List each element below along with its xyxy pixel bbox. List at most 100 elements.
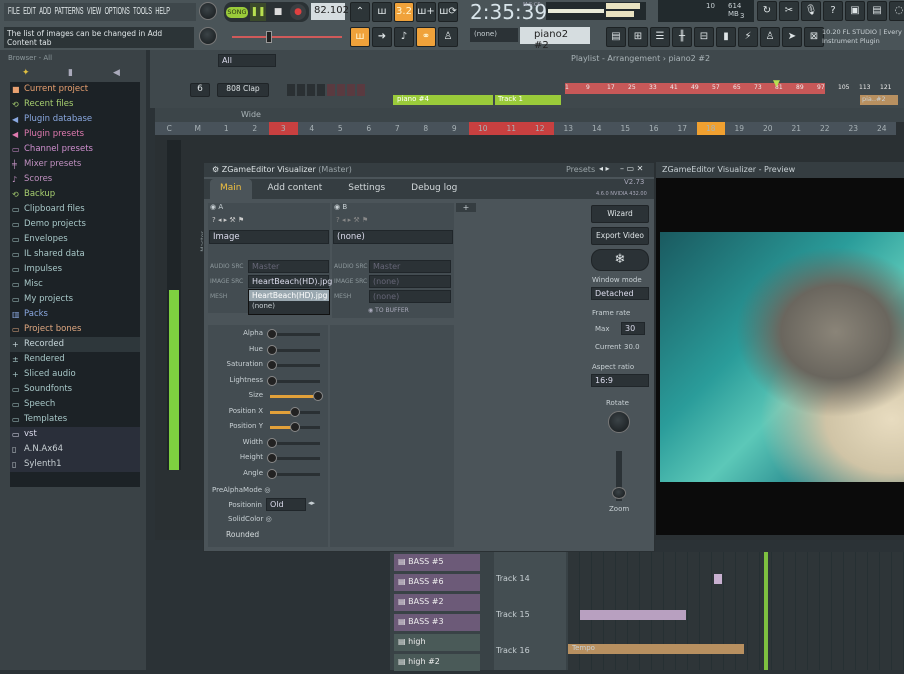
metronome-icon[interactable]: ⌃ bbox=[350, 2, 370, 22]
pattern-item[interactable]: ▤ high bbox=[394, 634, 480, 651]
mixer-channel[interactable]: 6 bbox=[354, 122, 383, 135]
window-controls-icon[interactable]: – ▭ ✕ bbox=[620, 164, 643, 173]
mixer-channel[interactable]: 1 bbox=[212, 122, 241, 135]
shop-icon[interactable]: ⊠ bbox=[804, 27, 824, 47]
plugin-icon[interactable]: ⚡ bbox=[738, 27, 758, 47]
mixer-channel[interactable]: 2 bbox=[240, 122, 269, 135]
master-volume-knob[interactable] bbox=[199, 2, 217, 20]
menu-view[interactable]: VIEW bbox=[87, 6, 101, 17]
track-1-header[interactable]: Track 1 bbox=[495, 95, 561, 105]
property-slider[interactable]: Hue bbox=[208, 343, 328, 359]
layer-b-tools-icon[interactable]: ? ◂ ▸ ⚒ ⚑ bbox=[336, 216, 368, 224]
pattern-item[interactable]: ▤ BASS #5 bbox=[394, 554, 480, 571]
tempo-automation-clip[interactable]: Tempo bbox=[568, 644, 744, 654]
loop-record-icon[interactable]: ш⟳ bbox=[438, 2, 458, 22]
pattern-item[interactable]: ▤ BASS #2 bbox=[394, 594, 480, 611]
mixer-channel[interactable]: M bbox=[183, 122, 212, 135]
menu-tools[interactable]: TOOLS bbox=[133, 6, 152, 17]
tab-debug-log[interactable]: Debug log bbox=[401, 179, 467, 199]
browser-list[interactable]: ■ Current project ⟲ Recent files ◀ Plugin dat… bbox=[10, 82, 140, 487]
microphone-icon[interactable]: 🎙 bbox=[801, 1, 821, 21]
property-slider[interactable]: Size bbox=[208, 389, 328, 405]
mixer-channel[interactable]: 15 bbox=[611, 122, 640, 135]
browser-tab-plugins-icon[interactable]: ◀ bbox=[113, 68, 120, 78]
browser-item[interactable]: ▥ Packs bbox=[10, 307, 140, 322]
layer-a-audio-src[interactable]: Master bbox=[248, 260, 329, 273]
browser-item[interactable]: + Sliced audio bbox=[10, 367, 140, 382]
wizard-button[interactable]: Wizard bbox=[591, 205, 649, 223]
mixer-channel[interactable]: 12 bbox=[525, 122, 554, 135]
none-selector[interactable]: (none) bbox=[470, 28, 518, 42]
tab-main[interactable]: Main bbox=[210, 179, 252, 199]
mixer-channel[interactable]: 19 bbox=[725, 122, 754, 135]
max-frame-rate[interactable]: 30 bbox=[621, 322, 645, 335]
playlist-icon[interactable]: ▤ bbox=[606, 27, 626, 47]
freeze-snowflake-icon[interactable]: ❄ bbox=[591, 249, 649, 271]
property-slider[interactable]: Alpha bbox=[208, 327, 328, 343]
channel-filter[interactable]: All bbox=[218, 54, 276, 67]
save-new-icon[interactable]: ▤ bbox=[867, 1, 887, 21]
countdown-icon[interactable]: 3.2 bbox=[394, 2, 414, 22]
clip[interactable] bbox=[580, 610, 686, 620]
browser-item[interactable]: ▭ Clipboard files bbox=[10, 202, 140, 217]
dropdown-option[interactable]: (none) bbox=[249, 301, 329, 311]
playlist-clip[interactable]: pia..#2 bbox=[860, 95, 898, 105]
layer-a-image-src[interactable]: HeartBeach(HD).jpg bbox=[248, 275, 332, 288]
mixer-channel[interactable]: 13 bbox=[554, 122, 583, 135]
pattern-item[interactable]: ▤ BASS #6 bbox=[394, 574, 480, 591]
tab-settings[interactable]: Settings bbox=[338, 179, 395, 199]
wait-record-icon[interactable]: ш bbox=[372, 2, 392, 22]
mixer-preset[interactable]: Wide bbox=[241, 110, 261, 119]
pattern-item[interactable]: ▤ high #2 bbox=[394, 654, 480, 671]
positioning-nav-icon[interactable]: ◂▸ bbox=[308, 499, 315, 507]
rounded-slider[interactable]: Rounded bbox=[226, 530, 259, 540]
tab-add-content[interactable]: Add content bbox=[258, 179, 333, 199]
browser-item[interactable]: ◀ Plugin database bbox=[10, 112, 140, 127]
channel-button[interactable]: 808 Clap bbox=[217, 83, 269, 97]
zoom-slider[interactable] bbox=[612, 451, 626, 501]
mixer-channel[interactable]: 4 bbox=[297, 122, 326, 135]
browser-item[interactable]: ╪ Mixer presets bbox=[10, 157, 140, 172]
property-slider[interactable]: Width bbox=[208, 436, 328, 452]
playhead-marker[interactable]: ▼ bbox=[773, 79, 780, 89]
save-icon[interactable]: ▣ bbox=[845, 1, 865, 21]
performance-icon[interactable]: ♙ bbox=[760, 27, 780, 47]
browser-item[interactable]: ⟲ Backup bbox=[10, 187, 140, 202]
dropdown-option[interactable]: HeartBeach(HD).jpg bbox=[249, 290, 329, 301]
layer-b-mesh[interactable]: (none) bbox=[369, 290, 451, 303]
pattern-selector[interactable]: piano2 #2 bbox=[520, 27, 590, 51]
browser-item[interactable]: ▭ vst bbox=[10, 427, 140, 442]
mixer-channel[interactable]: 24 bbox=[867, 122, 896, 135]
video-icon[interactable]: ➤ bbox=[782, 27, 802, 47]
browser-item[interactable]: ▭ Misc bbox=[10, 277, 140, 292]
property-slider[interactable]: Saturation bbox=[208, 358, 328, 374]
browser-item[interactable]: ▭ Soundfonts bbox=[10, 382, 140, 397]
browser-item[interactable]: ▭ Demo projects bbox=[10, 217, 140, 232]
browser-item[interactable]: ▭ Templates bbox=[10, 412, 140, 427]
mixer-channel[interactable]: 3 bbox=[269, 122, 298, 135]
pattern-strip[interactable]: piano #4 bbox=[393, 95, 493, 105]
tempo-display[interactable]: 82.102 bbox=[311, 3, 349, 20]
channel-number[interactable]: 6 bbox=[190, 83, 210, 97]
layer-a-effect[interactable]: Image bbox=[209, 230, 329, 244]
pattern-item[interactable]: ▤ BASS #3 bbox=[394, 614, 480, 631]
browser-item[interactable]: ▭ Envelopes bbox=[10, 232, 140, 247]
mixer-channel[interactable]: C bbox=[155, 122, 184, 135]
arrow-icon[interactable]: ➜ bbox=[372, 27, 392, 47]
timeline-ruler[interactable]: 1 9 17 25 33 41 49 57 65 73 81 89 97 105 113 121 bbox=[565, 83, 904, 94]
to-buffer-toggle[interactable]: ◉ TO BUFFER bbox=[368, 307, 409, 314]
menu-patterns[interactable]: PATTERNS bbox=[54, 6, 83, 17]
property-slider[interactable]: Position X bbox=[208, 405, 328, 421]
menu-options[interactable]: OPTIONS bbox=[105, 6, 130, 17]
news-panel[interactable]: 10.20 FL STUDIO | Every Instrument Plugi… bbox=[822, 28, 904, 46]
property-slider[interactable]: Position Y bbox=[208, 420, 328, 436]
mixer-channel[interactable]: 14 bbox=[582, 122, 611, 135]
menu-help[interactable]: HELP bbox=[155, 6, 170, 17]
mixer-channel[interactable]: 21 bbox=[782, 122, 811, 135]
property-slider[interactable]: Height bbox=[208, 451, 328, 467]
layer-a-tools-icon[interactable]: ? ◂ ▸ ⚒ ⚑ bbox=[212, 216, 244, 224]
help-icon[interactable]: ? bbox=[823, 1, 843, 21]
mixer-channel[interactable]: 18 bbox=[696, 122, 725, 135]
export-video-button[interactable]: Export Video bbox=[591, 227, 649, 245]
track-16[interactable]: Track 16 bbox=[496, 646, 530, 655]
